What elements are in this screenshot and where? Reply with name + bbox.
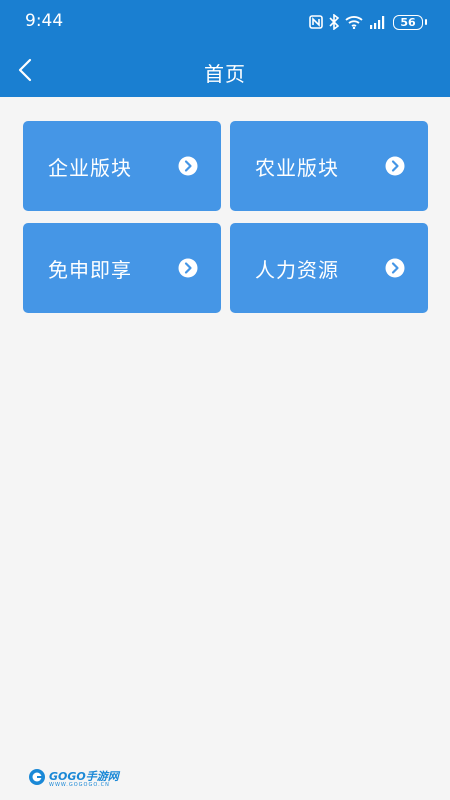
status-time: 9:44 bbox=[25, 11, 64, 31]
watermark-brand: GOGO手游网 bbox=[49, 769, 119, 783]
menu-card-human-resources[interactable]: 人力资源 bbox=[230, 223, 428, 313]
menu-card-exemption[interactable]: 免申即享 bbox=[23, 223, 221, 313]
bluetooth-icon bbox=[329, 14, 339, 30]
chevron-right-circle-icon bbox=[178, 156, 198, 176]
chevron-right-circle-icon bbox=[178, 258, 198, 278]
menu-card-label: 企业版块 bbox=[48, 156, 132, 180]
chevron-right-circle-icon bbox=[385, 258, 405, 278]
app-bar: 首页 bbox=[0, 44, 450, 97]
menu-card-label: 免申即享 bbox=[48, 258, 132, 282]
status-icons: 56 bbox=[309, 12, 427, 32]
signal-icon bbox=[369, 15, 387, 29]
wifi-icon bbox=[345, 15, 363, 29]
battery-icon: 56 bbox=[393, 14, 427, 30]
watermark-url: WWW.GOGOGO.CN bbox=[49, 781, 110, 788]
chevron-right-circle-icon bbox=[385, 156, 405, 176]
watermark-logo: GOGO手游网 WWW.GOGOGO.CN bbox=[28, 768, 119, 790]
menu-card-label: 人力资源 bbox=[255, 258, 339, 282]
nfc-icon bbox=[309, 15, 323, 29]
menu-card-label: 农业版块 bbox=[255, 156, 339, 180]
battery-level: 56 bbox=[400, 15, 416, 29]
page-title: 首页 bbox=[204, 62, 246, 86]
gogo-logo-icon bbox=[28, 768, 46, 790]
menu-card-agriculture[interactable]: 农业版块 bbox=[230, 121, 428, 211]
status-bar: 9:44 56 bbox=[0, 0, 450, 44]
menu-card-enterprise[interactable]: 企业版块 bbox=[23, 121, 221, 211]
